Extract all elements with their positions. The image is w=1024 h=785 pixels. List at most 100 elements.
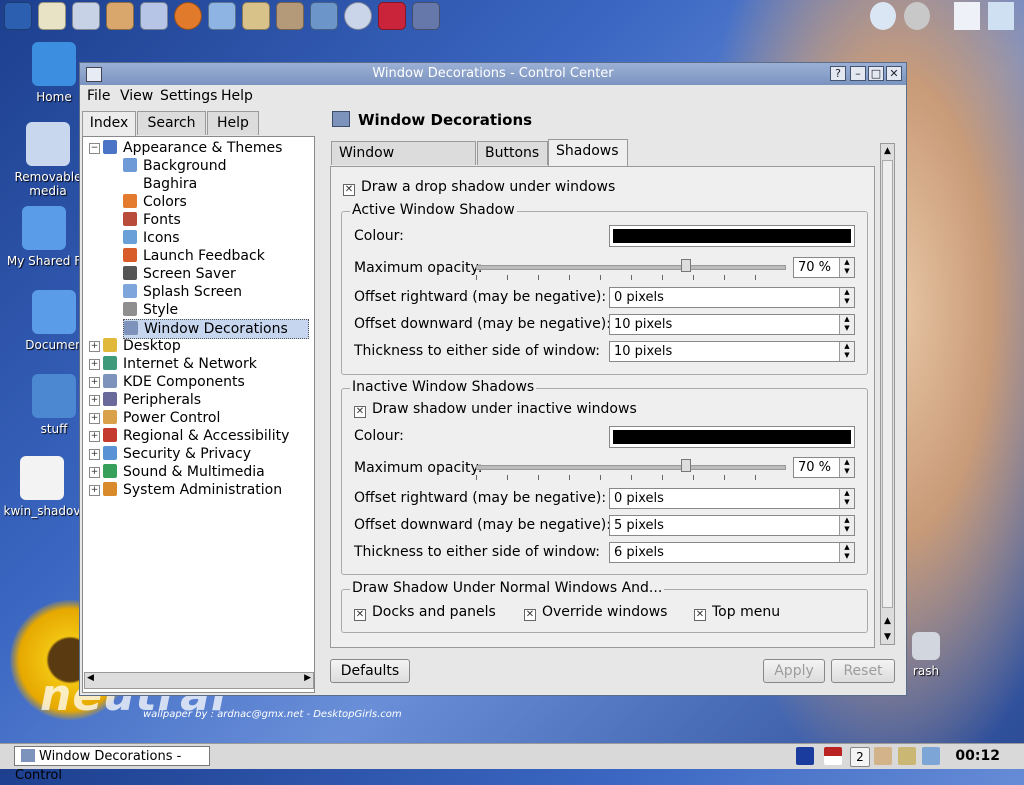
- scroll-left-icon[interactable]: ◀: [87, 673, 94, 683]
- tree-item-appearance-themes[interactable]: Appearance & Themes: [103, 139, 282, 157]
- mms-icon[interactable]: [344, 2, 372, 30]
- docks-checkbox[interactable]: ✕ Docks and panels: [354, 604, 496, 621]
- tree-item-internet-network[interactable]: Internet & Network: [103, 355, 257, 373]
- override-checkbox[interactable]: ✕ Override windows: [524, 604, 667, 621]
- inactive-offset-right-spinbox[interactable]: 0 pixels ▲ ▼: [609, 488, 855, 509]
- spinbox-arrows[interactable]: ▲ ▼: [839, 489, 854, 508]
- tab-index[interactable]: Index: [82, 111, 136, 136]
- active-thickness-spinbox[interactable]: 10 pixels ▲ ▼: [609, 341, 855, 362]
- tab-search[interactable]: Search: [137, 111, 206, 135]
- menu-settings[interactable]: Settings: [160, 88, 217, 104]
- desktop-number[interactable]: 2: [850, 747, 870, 767]
- content-scrollbar[interactable]: ▲ ▲ ▼: [880, 143, 895, 645]
- menu-help[interactable]: Help: [221, 88, 253, 104]
- image-viewer-icon[interactable]: [310, 2, 338, 30]
- kmail-icon[interactable]: [208, 2, 236, 30]
- inactive-draw-checkbox[interactable]: ✕ Draw shadow under inactive windows: [354, 401, 637, 418]
- tree-expander[interactable]: +: [89, 377, 100, 388]
- desktop-icon-shared[interactable]: My Shared F: [4, 206, 84, 268]
- minimize-button[interactable]: –: [850, 66, 866, 81]
- desktop-icon-kwin-shadow[interactable]: kwin_shadov: [2, 456, 82, 518]
- inactive-thickness-spinbox[interactable]: 6 pixels ▲ ▼: [609, 542, 855, 563]
- network-icon[interactable]: [140, 2, 168, 30]
- tree-expander[interactable]: +: [89, 395, 100, 406]
- tree-item-kde-components[interactable]: KDE Components: [103, 373, 245, 391]
- apply-button[interactable]: Apply: [763, 659, 825, 683]
- cd-icon[interactable]: [904, 2, 930, 30]
- klipper-icon[interactable]: [874, 747, 892, 765]
- office-icon[interactable]: [378, 2, 406, 30]
- writer-icon[interactable]: [38, 2, 66, 30]
- network-tray-icon[interactable]: [922, 747, 940, 765]
- desktop-icon-removable-media[interactable]: Removable media: [8, 122, 88, 198]
- tree-item-desktop[interactable]: Desktop: [103, 337, 181, 355]
- spinbox-arrows[interactable]: ▲ ▼: [839, 342, 854, 361]
- desktop-icon-trash[interactable]: rash: [906, 632, 946, 678]
- active-opacity-slider[interactable]: [476, 257, 786, 280]
- pager-icon[interactable]: [796, 747, 814, 765]
- tree-item-system-administration[interactable]: System Administration: [103, 481, 282, 499]
- spinbox-arrows[interactable]: ▲ ▼: [839, 288, 854, 307]
- scroll-right-icon[interactable]: ▶: [304, 673, 311, 683]
- menu-view[interactable]: View: [120, 88, 153, 104]
- tab-help[interactable]: Help: [207, 111, 259, 135]
- tree-item-background[interactable]: Background: [123, 157, 227, 175]
- scroll-up-icon[interactable]: ▲: [881, 144, 894, 158]
- active-colour-button[interactable]: [609, 225, 855, 247]
- satellite-icon[interactable]: [412, 2, 440, 30]
- tree-expander[interactable]: +: [89, 413, 100, 424]
- tree-expander[interactable]: +: [89, 449, 100, 460]
- lock-icon[interactable]: [988, 2, 1014, 30]
- topmenu-checkbox[interactable]: ✕ Top menu: [694, 604, 780, 621]
- tree-item-power-control[interactable]: Power Control: [103, 409, 220, 427]
- slider-handle[interactable]: [681, 459, 691, 472]
- inactive-offset-down-spinbox[interactable]: 5 pixels ▲ ▼: [609, 515, 855, 536]
- tree-expander[interactable]: +: [89, 485, 100, 496]
- tab-buttons[interactable]: Buttons: [477, 141, 548, 165]
- firefox-icon[interactable]: [174, 2, 202, 30]
- task-control-center[interactable]: Window Decorations - Control: [14, 746, 210, 783]
- tree-item-fonts[interactable]: Fonts: [123, 211, 181, 229]
- close-button[interactable]: ✕: [886, 66, 902, 81]
- tree-item-window-decorations[interactable]: Window Decorations: [123, 319, 309, 339]
- titlebar[interactable]: Window Decorations - Control Center ? – …: [80, 63, 906, 85]
- scroll-down-icon[interactable]: ▼: [881, 630, 894, 644]
- flag-icon[interactable]: [824, 747, 842, 765]
- active-opacity-spinbox[interactable]: 70 % ▲ ▼: [793, 257, 855, 278]
- menu-file[interactable]: File: [87, 88, 110, 104]
- slider-handle[interactable]: [681, 259, 691, 272]
- window-list-icon[interactable]: [954, 2, 980, 30]
- tree-expander[interactable]: +: [89, 341, 100, 352]
- spinbox-arrows[interactable]: ▲ ▼: [839, 543, 854, 562]
- tree-item-style[interactable]: Style: [123, 301, 178, 319]
- tree-expander[interactable]: +: [89, 359, 100, 370]
- tree-item-baghira[interactable]: Baghira: [123, 175, 197, 193]
- spinbox-arrows[interactable]: ▲ ▼: [839, 315, 854, 334]
- sidebar-scrollbar[interactable]: ◀ ▶: [84, 672, 314, 689]
- kde-menu-icon[interactable]: [4, 2, 32, 30]
- statue-icon[interactable]: [276, 2, 304, 30]
- tree-item-colors[interactable]: Colors: [123, 193, 187, 211]
- inactive-opacity-slider[interactable]: [476, 457, 786, 480]
- scroll-down-icon[interactable]: ▲: [881, 614, 894, 628]
- spinbox-arrows[interactable]: ▲ ▼: [839, 258, 854, 277]
- help-button[interactable]: ?: [830, 66, 846, 81]
- chat-icon[interactable]: [870, 2, 896, 30]
- tree-item-launch-feedback[interactable]: Launch Feedback: [123, 247, 265, 265]
- drop-shadow-checkbox[interactable]: ✕ Draw a drop shadow under windows: [343, 179, 615, 196]
- package-icon[interactable]: [106, 2, 134, 30]
- tree-expander[interactable]: +: [89, 431, 100, 442]
- spinbox-arrows[interactable]: ▲ ▼: [839, 458, 854, 477]
- tree-item-splash-screen[interactable]: Splash Screen: [123, 283, 242, 301]
- spinbox-arrows[interactable]: ▲ ▼: [839, 516, 854, 535]
- scrollbar-thumb[interactable]: [882, 160, 893, 608]
- mountain-icon[interactable]: [242, 2, 270, 30]
- tree-item-peripherals[interactable]: Peripherals: [103, 391, 201, 409]
- tree-item-screen-saver[interactable]: Screen Saver: [123, 265, 236, 283]
- tab-window-decoration[interactable]: Window Decoration: [331, 141, 476, 183]
- tree-item-sound-multimedia[interactable]: Sound & Multimedia: [103, 463, 265, 481]
- tree-item-security-privacy[interactable]: Security & Privacy: [103, 445, 251, 463]
- maximize-button[interactable]: □: [868, 66, 884, 81]
- tree-item-icons[interactable]: Icons: [123, 229, 180, 247]
- defaults-button[interactable]: Defaults: [330, 659, 410, 683]
